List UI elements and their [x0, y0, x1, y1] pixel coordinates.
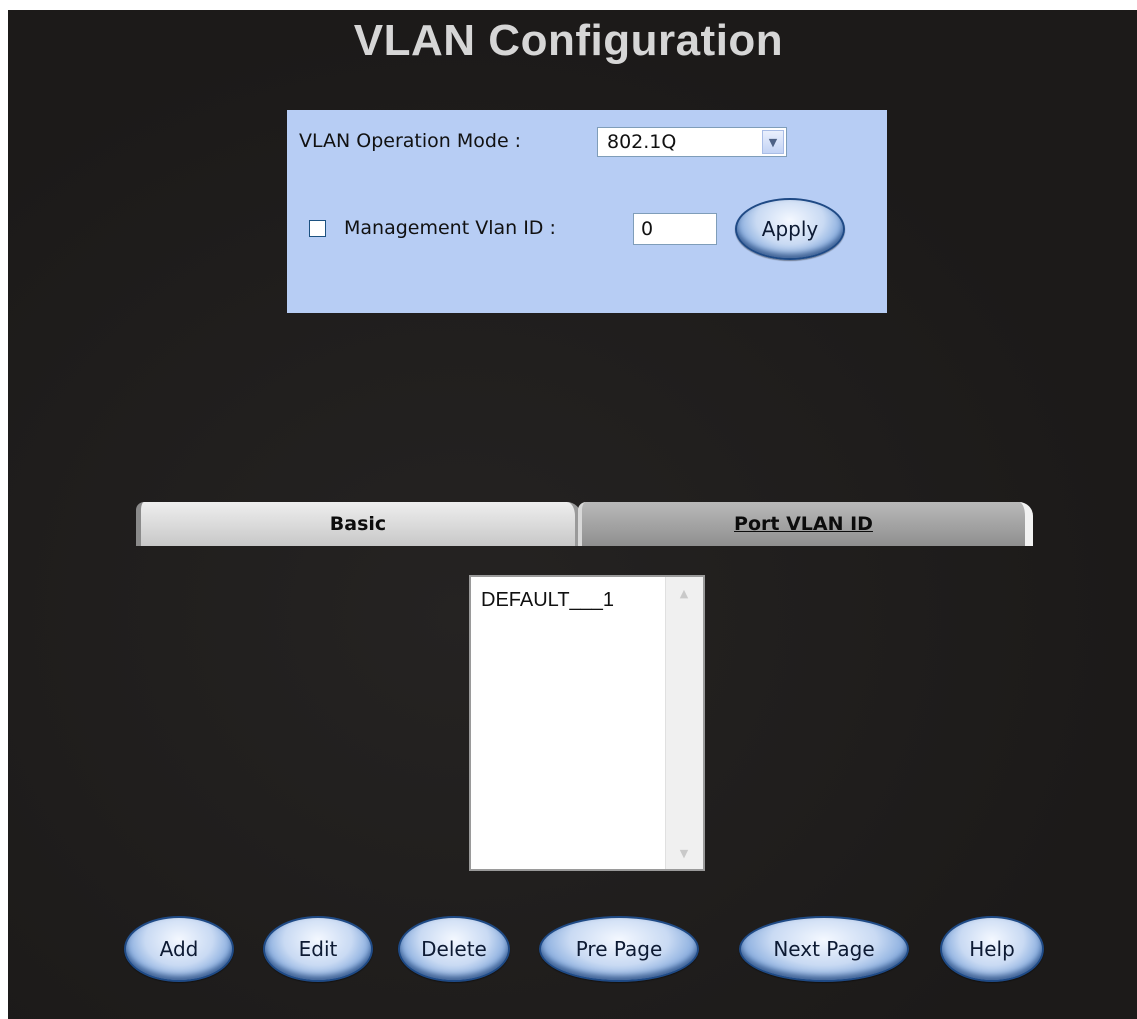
vlan-listbox[interactable]: DEFAULT___1 ▲ ▼: [469, 575, 705, 871]
help-button[interactable]: Help: [940, 916, 1044, 982]
apply-button[interactable]: Apply: [735, 198, 845, 260]
scroll-down-arrow-icon[interactable]: ▼: [676, 845, 692, 861]
mode-select-value: 802.1Q: [607, 131, 677, 153]
pre-page-button[interactable]: Pre Page: [539, 916, 699, 982]
chevron-down-icon[interactable]: ▼: [762, 130, 784, 154]
edit-button[interactable]: Edit: [263, 916, 373, 982]
management-vlan-input[interactable]: [633, 213, 717, 245]
tab-basic-label: Basic: [329, 513, 387, 535]
list-item[interactable]: DEFAULT___1: [481, 589, 614, 612]
tab-basic[interactable]: Basic: [136, 502, 581, 546]
tab-port-vlan-id[interactable]: Port VLAN ID: [578, 502, 1033, 546]
delete-button[interactable]: Delete: [398, 916, 510, 982]
scroll-up-arrow-icon[interactable]: ▲: [676, 585, 692, 601]
page-title: VLAN Configuration: [353, 16, 784, 65]
mode-label: VLAN Operation Mode :: [299, 130, 522, 152]
listbox-scrollbar[interactable]: ▲ ▼: [665, 577, 703, 869]
mode-select[interactable]: 802.1Q ▼: [597, 127, 787, 157]
vlan-config-box: VLAN Operation Mode : 802.1Q ▼ Managemen…: [287, 110, 887, 313]
next-page-button[interactable]: Next Page: [739, 916, 909, 982]
tab-port-vlan-id-label: Port VLAN ID: [734, 513, 873, 535]
add-button[interactable]: Add: [124, 916, 234, 982]
management-vlan-label: Management Vlan ID :: [344, 217, 556, 239]
management-vlan-checkbox[interactable]: [309, 220, 326, 237]
vlan-tabs: Basic Port VLAN ID: [136, 502, 1036, 546]
